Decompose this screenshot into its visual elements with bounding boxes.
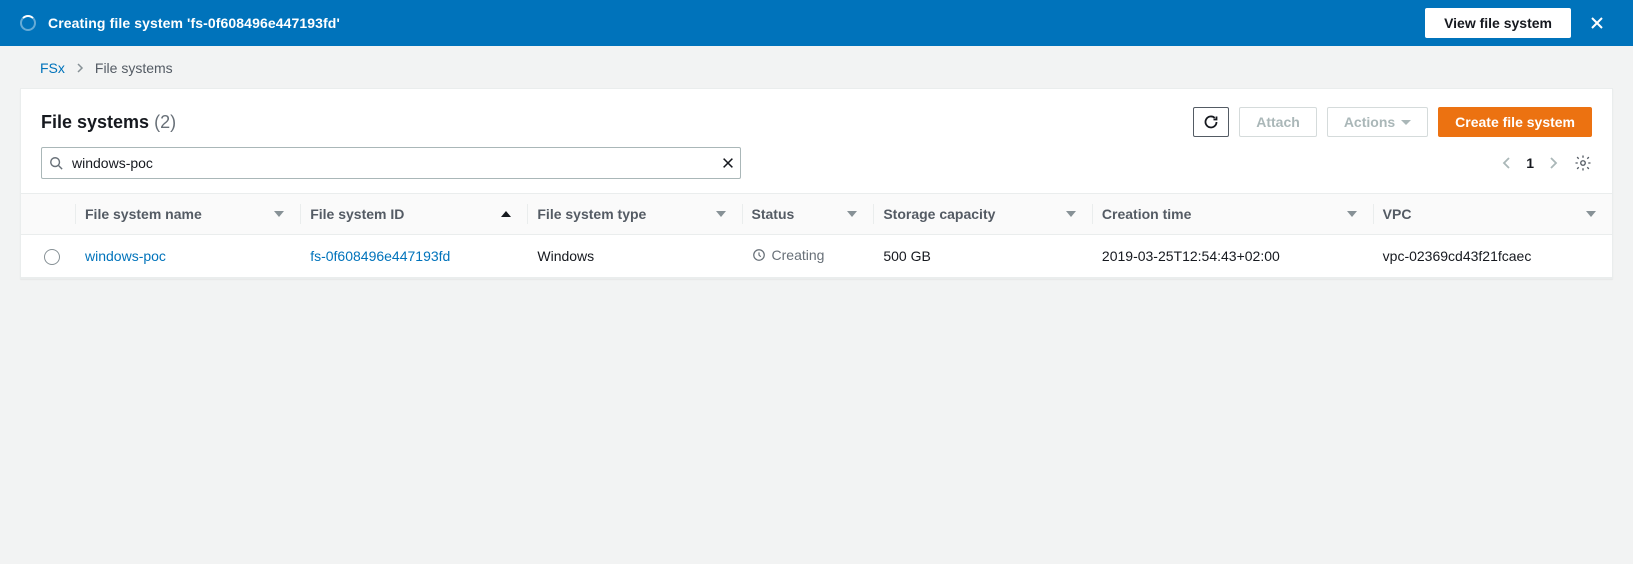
gear-icon [1574,154,1592,172]
search-input[interactable] [41,147,741,179]
breadcrumb: FSx File systems [0,46,1633,88]
chevron-right-icon [75,60,85,76]
col-id[interactable]: File system ID [300,194,527,235]
toolbar: 1 [21,147,1612,193]
col-type[interactable]: File system type [527,194,741,235]
fs-type: Windows [527,235,741,278]
status-badge: Creating [752,247,825,263]
col-storage[interactable]: Storage capacity [873,194,1092,235]
col-vpc[interactable]: VPC [1373,194,1612,235]
clock-icon [752,248,766,262]
sort-icon [716,211,726,217]
col-name[interactable]: File system name [75,194,300,235]
col-status[interactable]: Status [742,194,874,235]
chevron-down-icon [1401,120,1411,125]
search-icon [49,156,63,170]
refresh-icon [1203,114,1219,130]
page-title-text: File systems [41,112,149,132]
close-icon[interactable] [1581,7,1613,39]
file-systems-panel: File systems (2) Attach Actions Create f… [20,88,1613,279]
create-file-system-button[interactable]: Create file system [1438,107,1592,137]
notification-banner: Creating file system 'fs-0f608496e447193… [0,0,1633,46]
status-text: Creating [772,247,825,263]
view-file-system-button[interactable]: View file system [1425,8,1571,38]
sort-icon [274,211,284,217]
fs-storage: 500 GB [873,235,1092,278]
settings-button[interactable] [1574,154,1592,172]
actions-button-label: Actions [1344,114,1395,130]
refresh-button[interactable] [1193,107,1229,137]
sort-icon [1347,211,1357,217]
sort-icon [1586,211,1596,217]
panel-header: File systems (2) Attach Actions Create f… [21,89,1612,147]
actions-button[interactable]: Actions [1327,107,1428,137]
breadcrumb-current: File systems [95,60,173,76]
sort-icon [847,211,857,217]
col-select [21,194,75,235]
notification-message: Creating file system 'fs-0f608496e447193… [48,15,1425,31]
fs-name-link[interactable]: windows-poc [85,248,166,264]
page-number: 1 [1526,155,1534,171]
fs-created: 2019-03-25T12:54:43+02:00 [1092,235,1373,278]
breadcrumb-root[interactable]: FSx [40,60,65,76]
page-title: File systems (2) [41,112,1193,133]
col-created[interactable]: Creation time [1092,194,1373,235]
row-select-radio[interactable] [44,249,60,265]
next-page-button[interactable] [1548,156,1558,170]
fs-vpc: vpc-02369cd43f21fcaec [1373,235,1612,278]
header-actions: Attach Actions Create file system [1193,107,1592,137]
file-systems-table: File system name File system ID File sys… [21,193,1612,278]
prev-page-button[interactable] [1502,156,1512,170]
sort-asc-icon [501,211,511,217]
spinner-icon [20,15,36,31]
search-box [41,147,741,179]
table-row[interactable]: windows-poc fs-0f608496e447193fd Windows… [21,235,1612,278]
clear-search-icon[interactable] [721,156,735,170]
fs-id-link[interactable]: fs-0f608496e447193fd [310,248,450,264]
sort-icon [1066,211,1076,217]
page-title-count: (2) [154,112,176,132]
pagination: 1 [1502,155,1558,171]
attach-button[interactable]: Attach [1239,107,1317,137]
